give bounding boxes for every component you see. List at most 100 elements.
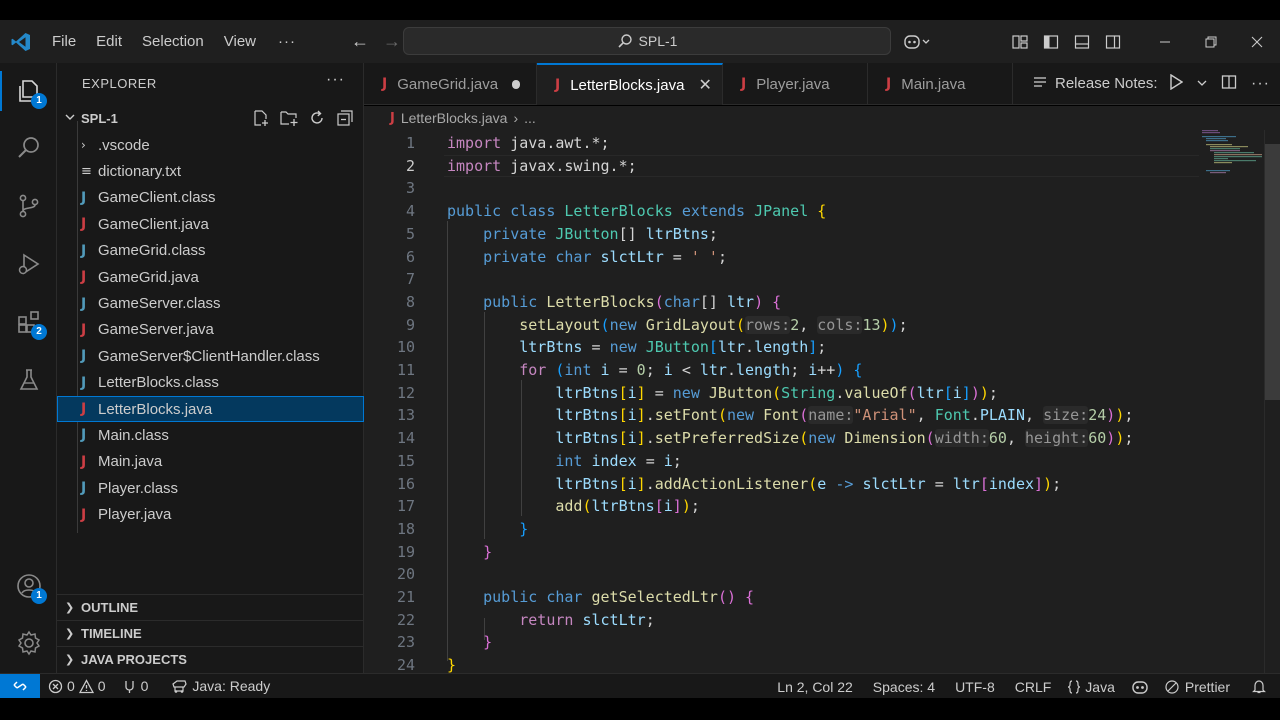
- close-tab-icon[interactable]: ✕: [698, 75, 711, 95]
- split-editor-icon[interactable]: [1221, 74, 1237, 95]
- java-file-icon: J: [555, 77, 561, 93]
- code-line: 10 ltrBtns = new JButton[ltr.length];: [364, 336, 1264, 359]
- file-player-class[interactable]: J Player.class: [57, 475, 364, 501]
- java-projects-section[interactable]: ❯ JAVA PROJECTS: [57, 646, 364, 672]
- run-debug-icon[interactable]: [0, 240, 57, 288]
- file-gameserver-java[interactable]: J GameServer.java: [57, 317, 364, 343]
- ports-icon: [124, 680, 134, 693]
- minimize-icon[interactable]: [1142, 20, 1188, 63]
- unsaved-dot-icon[interactable]: [512, 79, 520, 89]
- scroll-thumb[interactable]: [1265, 144, 1280, 400]
- accounts-icon[interactable]: 1: [0, 562, 57, 610]
- tab-label: GameGrid.java: [397, 75, 499, 93]
- java-file-icon: J: [886, 76, 892, 92]
- editor-scrollbar[interactable]: [1264, 130, 1280, 673]
- line-number: 4: [405, 202, 415, 221]
- new-file-icon[interactable]: [250, 107, 272, 129]
- line-number: 8: [405, 292, 415, 311]
- code-line: 24}: [364, 654, 1264, 673]
- indentation[interactable]: Spaces: 4: [861, 679, 943, 695]
- file-label: GameGrid.java: [98, 268, 199, 286]
- run-icon[interactable]: [1169, 73, 1184, 95]
- language-mode[interactable]: Java: [1059, 679, 1123, 695]
- warning-icon: [78, 678, 94, 693]
- toggle-panel-icon[interactable]: [1066, 20, 1097, 63]
- tab-player-java[interactable]: J Player.java: [723, 63, 868, 105]
- file-letterblocks-class[interactable]: J LetterBlocks.class: [57, 370, 364, 396]
- workspace-root[interactable]: SPL-1: [57, 105, 364, 131]
- toggle-secondary-sidebar-icon[interactable]: [1097, 20, 1128, 63]
- collapse-all-icon[interactable]: [334, 107, 356, 129]
- problems-status[interactable]: 0 0: [40, 678, 114, 694]
- minimap[interactable]: [1202, 130, 1262, 190]
- file-main-java[interactable]: J Main.java: [57, 449, 364, 475]
- file-player-java[interactable]: J Player.java: [57, 501, 364, 527]
- copilot-status-icon[interactable]: [1123, 679, 1157, 695]
- java-status[interactable]: Java: Ready: [156, 678, 278, 694]
- more-actions-icon[interactable]: ···: [1251, 75, 1270, 93]
- explorer-sidebar: EXPLORER ··· SPL-1 › .vscode ≡ dictionary.…: [57, 63, 364, 673]
- encoding[interactable]: UTF-8: [943, 679, 1003, 695]
- back-arrow-icon[interactable]: ←: [344, 31, 376, 52]
- refresh-icon[interactable]: [306, 107, 328, 129]
- file-gameserver-clienthandler-class[interactable]: J GameServer$ClientHandler.class: [57, 343, 364, 369]
- file-label: LetterBlocks.class: [98, 374, 219, 392]
- tab-release-notes[interactable]: Release Notes:: [1013, 63, 1158, 104]
- menu-file[interactable]: File: [42, 20, 86, 63]
- outline-section[interactable]: ❯ OUTLINE: [57, 594, 364, 620]
- breadcrumb-symbol[interactable]: ...: [524, 110, 536, 126]
- folder-vscode[interactable]: › .vscode: [57, 132, 364, 158]
- warning-count: 0: [97, 678, 106, 694]
- java-class-file-icon: J: [81, 427, 87, 444]
- customize-layout-icon[interactable]: [1004, 20, 1035, 63]
- tab-letterblocks-java[interactable]: J LetterBlocks.java ✕: [537, 63, 723, 105]
- chevron-right-icon: ❯: [65, 602, 75, 614]
- file-label: Player.java: [98, 506, 172, 524]
- extensions-icon[interactable]: 2: [0, 298, 57, 346]
- code-editor[interactable]: 1 import java.awt.*; 2 import javax.swing.…: [364, 130, 1280, 673]
- code-line: 14 ltrBtns[i].setPreferredSize(new Dimen…: [364, 427, 1264, 450]
- code-line: 12 ltrBtns[i] = new JButton(String.value…: [364, 382, 1264, 405]
- copilot-icon[interactable]: [896, 20, 938, 63]
- menu-more-button[interactable]: ···: [266, 20, 308, 63]
- close-window-icon[interactable]: [1234, 20, 1280, 63]
- tab-main-java[interactable]: J Main.java: [868, 63, 1013, 105]
- settings-gear-icon[interactable]: [0, 619, 57, 667]
- timeline-section[interactable]: ❯ TIMELINE: [57, 620, 364, 646]
- breadcrumb-file[interactable]: LetterBlocks.java: [401, 110, 508, 126]
- notifications-bell-icon[interactable]: [1238, 679, 1274, 694]
- java-file-icon: J: [382, 76, 388, 92]
- java-file-icon: J: [81, 506, 87, 523]
- explorer-icon[interactable]: 1: [0, 67, 57, 115]
- file-gameserver-class[interactable]: J GameServer.class: [57, 290, 364, 316]
- end-of-line[interactable]: CRLF: [1003, 679, 1060, 695]
- new-folder-icon[interactable]: [278, 107, 300, 129]
- file-letterblocks-java[interactable]: J LetterBlocks.java: [57, 395, 364, 423]
- ports-status[interactable]: 0: [114, 678, 157, 694]
- file-gameclient-class[interactable]: J GameClient.class: [57, 185, 364, 211]
- remote-indicator-icon[interactable]: [0, 673, 40, 699]
- search-icon[interactable]: [0, 124, 57, 172]
- file-dictionary-txt[interactable]: ≡ dictionary.txt: [57, 158, 364, 184]
- file-gameclient-java[interactable]: J GameClient.java: [57, 211, 364, 237]
- menu-selection[interactable]: Selection: [132, 20, 214, 63]
- search-icon: [617, 34, 632, 48]
- cursor-position[interactable]: Ln 2, Col 22: [769, 679, 861, 695]
- run-dropdown-chevron-icon[interactable]: [1197, 75, 1207, 93]
- explorer-more-button[interactable]: ···: [326, 71, 345, 89]
- menu-edit[interactable]: Edit: [86, 20, 132, 63]
- menu-view[interactable]: View: [214, 20, 266, 63]
- line-number: 12: [396, 383, 415, 402]
- file-gamegrid-class[interactable]: J GameGrid.class: [57, 238, 364, 264]
- file-label: GameServer.class: [98, 295, 221, 313]
- toggle-primary-sidebar-icon[interactable]: [1035, 20, 1066, 63]
- file-main-class[interactable]: J Main.class: [57, 422, 364, 448]
- tab-gamegrid-java[interactable]: J GameGrid.java: [364, 63, 537, 105]
- prettier-status[interactable]: Prettier: [1157, 679, 1238, 695]
- source-control-icon[interactable]: [0, 182, 57, 230]
- status-right: Ln 2, Col 22 Spaces: 4 UTF-8 CRLF Java P…: [769, 674, 1274, 699]
- file-gamegrid-java[interactable]: J GameGrid.java: [57, 264, 364, 290]
- testing-icon[interactable]: [0, 356, 57, 404]
- restore-icon[interactable]: [1188, 20, 1234, 63]
- command-center-search[interactable]: SPL-1: [403, 27, 891, 55]
